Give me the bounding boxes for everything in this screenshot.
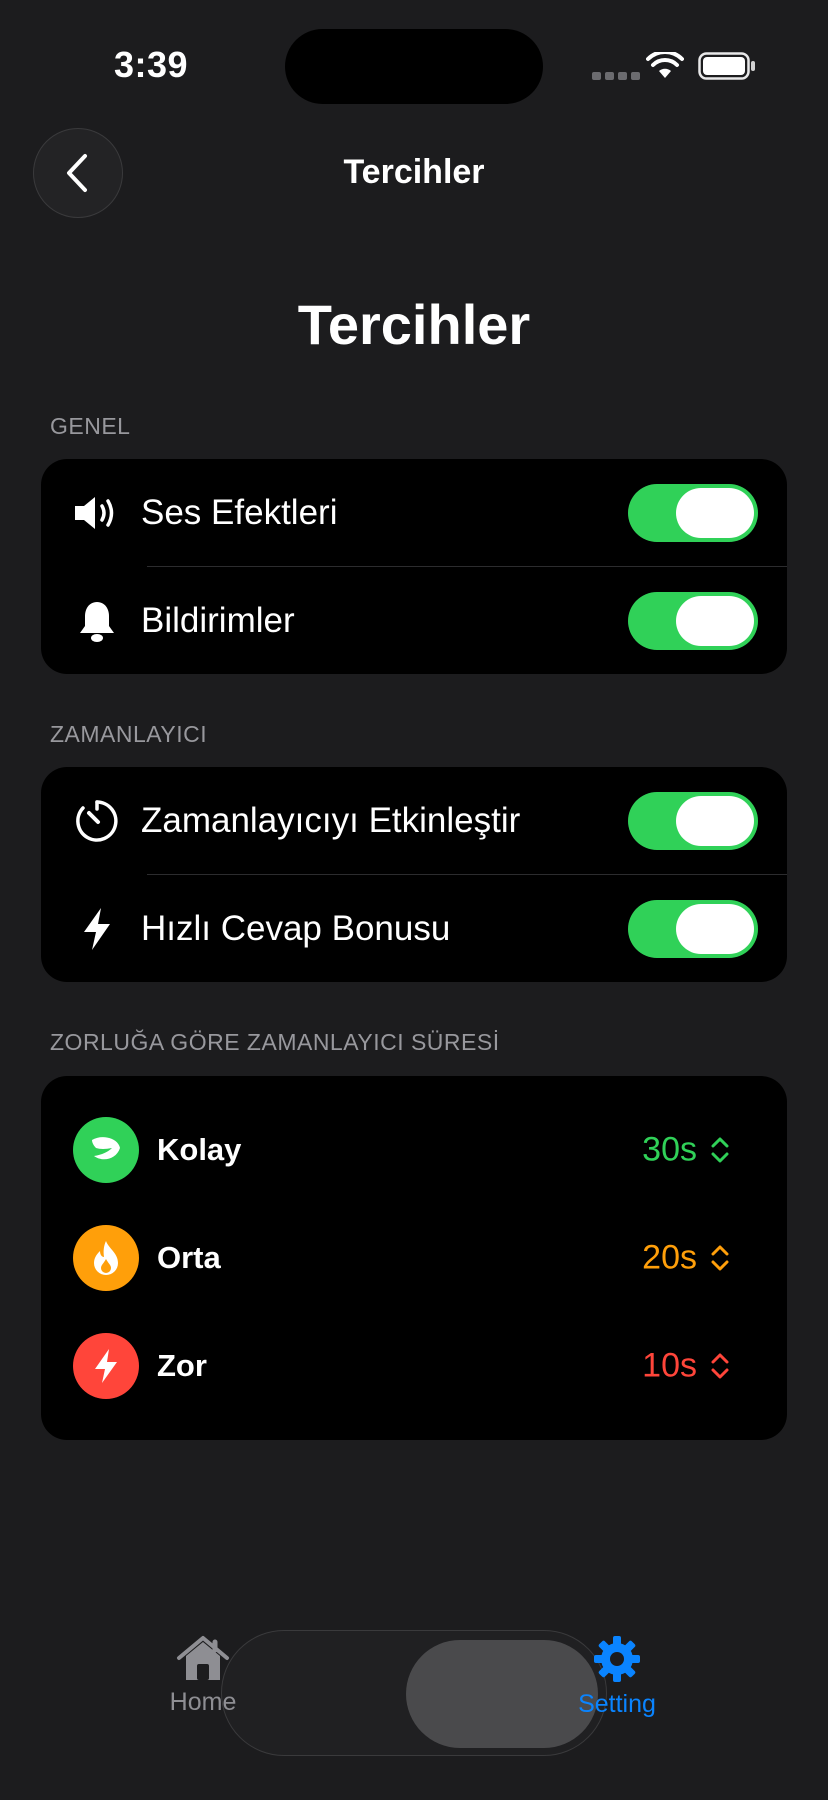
enable-timer-label: Zamanlayıcıyı Etkinleştir	[141, 801, 521, 840]
difficulty-row-hard[interactable]: Zor 10s	[41, 1312, 787, 1420]
quick-answer-bonus-row: Hızlı Cevap Bonusu	[41, 875, 787, 982]
difficulty-card: Kolay 30s Orta 20s Zor 10s	[41, 1076, 787, 1440]
bolt-icon	[73, 905, 121, 953]
difficulty-row-easy[interactable]: Kolay 30s	[41, 1096, 787, 1204]
tab-setting-label: Setting	[578, 1690, 656, 1718]
wifi-icon	[646, 52, 684, 78]
tab-home-label: Home	[169, 1688, 237, 1716]
difficulty-label-easy: Kolay	[157, 1132, 242, 1167]
section-header-general: GENEL	[50, 413, 131, 439]
dynamic-island	[285, 29, 543, 104]
preferences-screen: 3:39 Tercihler Tercihler GENEL Ses Efekt…	[0, 0, 828, 1800]
difficulty-label-hard: Zor	[157, 1348, 207, 1383]
tab-setting[interactable]: Setting	[547, 1634, 687, 1719]
bolt-icon	[73, 1333, 139, 1399]
difficulty-value-hard: 10s	[642, 1346, 697, 1385]
status-time: 3:39	[114, 44, 189, 85]
flame-icon	[73, 1225, 139, 1291]
difficulty-value-medium: 20s	[642, 1238, 697, 1277]
speaker-icon	[73, 489, 121, 537]
sound-effects-label: Ses Efektleri	[141, 493, 338, 532]
bell-icon	[73, 597, 121, 645]
notifications-label: Bildirimler	[141, 601, 295, 640]
notifications-toggle[interactable]	[628, 592, 758, 650]
leaf-icon	[73, 1117, 139, 1183]
gear-icon	[594, 1636, 640, 1682]
section-header-timer: ZAMANLAYICI	[50, 721, 208, 747]
difficulty-value-easy: 30s	[642, 1130, 697, 1169]
nav-title: Tercihler	[343, 153, 485, 191]
page-title: Tercihler	[297, 293, 531, 356]
battery-icon	[698, 52, 755, 80]
difficulty-row-medium[interactable]: Orta 20s	[41, 1204, 787, 1312]
difficulty-label-medium: Orta	[157, 1240, 221, 1275]
general-card: Ses Efektleri Bildirimler	[41, 459, 787, 674]
house-icon	[177, 1636, 229, 1680]
up-down-chevron-icon[interactable]	[709, 1351, 731, 1381]
notifications-row: Bildirimler	[41, 567, 787, 674]
quick-answer-bonus-toggle[interactable]	[628, 900, 758, 958]
sound-effects-row: Ses Efektleri	[41, 459, 787, 567]
sound-effects-toggle[interactable]	[628, 484, 758, 542]
up-down-chevron-icon[interactable]	[709, 1135, 731, 1165]
section-header-difficulty: ZORLUĞA GÖRE ZAMANLAYICI SÜRESİ	[50, 1029, 500, 1055]
tab-home[interactable]: Home	[133, 1634, 273, 1717]
enable-timer-toggle[interactable]	[628, 792, 758, 850]
enable-timer-row: Zamanlayıcıyı Etkinleştir	[41, 767, 787, 875]
cellular-signal-icon	[592, 72, 640, 80]
quick-answer-bonus-label: Hızlı Cevap Bonusu	[141, 909, 451, 948]
timer-card: Zamanlayıcıyı Etkinleştir Hızlı Cevap Bo…	[41, 767, 787, 982]
up-down-chevron-icon[interactable]	[709, 1243, 731, 1273]
timer-icon	[73, 797, 121, 845]
